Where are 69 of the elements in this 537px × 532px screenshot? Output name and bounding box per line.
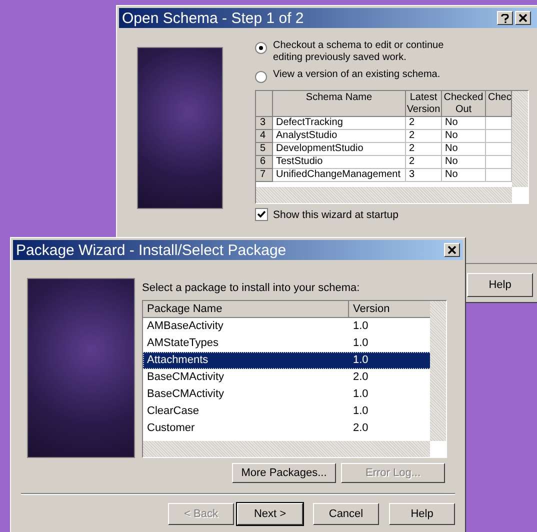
table-cell: UnifiedChangeManagement — [273, 169, 406, 182]
package-version: 2.0 — [352, 421, 368, 436]
radio-button[interactable] — [255, 42, 267, 54]
table-cell: 2 — [406, 117, 442, 130]
table-cell: 3 — [406, 169, 442, 182]
package-version: 1.0 — [352, 319, 368, 334]
package-name: AMBaseActivity — [146, 319, 224, 334]
table-cell: No — [442, 156, 486, 169]
package-version: 2.0 — [352, 370, 368, 385]
column-header[interactable]: Version — [349, 301, 431, 318]
column-header[interactable]: Schema Name — [273, 91, 406, 117]
column-header[interactable]: Checked Out — [442, 91, 486, 117]
column-header[interactable]: Package Name — [143, 301, 349, 318]
window-title: Open Schema - Step 1 of 2 — [122, 10, 304, 26]
wizard-nav-button[interactable]: Next > — [237, 503, 303, 525]
package-version: 1.0 — [352, 404, 368, 419]
close-icon[interactable] — [444, 243, 460, 257]
help-button[interactable]: Help — [467, 273, 533, 297]
list-row[interactable]: AMBaseActivity 1.0 — [143, 318, 432, 335]
table-cell: No — [442, 143, 486, 156]
list-action-button[interactable]: More Packages... — [232, 463, 336, 483]
horizontal-scrollbar[interactable] — [143, 441, 430, 457]
column-header[interactable] — [256, 91, 273, 117]
list-row[interactable]: ClearCase 1.0 — [143, 403, 432, 420]
list-row[interactable]: BaseCMActivity 1.0 — [143, 386, 432, 403]
table-cell: DevelopmentStudio — [273, 143, 406, 156]
row-number: 3 — [256, 117, 273, 130]
vertical-scrollbar[interactable] — [512, 91, 528, 187]
package-version: 1.0 — [352, 336, 368, 351]
list-row[interactable]: BaseCMActivity 2.0 — [143, 369, 432, 386]
list-row[interactable]: Attachments 1.0 — [143, 352, 432, 369]
checkbox-label: Show this wizard at startup — [273, 208, 398, 220]
row-number: 7 — [256, 169, 273, 182]
package-version: 1.0 — [352, 353, 368, 368]
package-name: BaseCMActivity — [146, 387, 226, 402]
package-version: 1.0 — [352, 387, 368, 402]
close-icon[interactable] — [515, 11, 531, 25]
horizontal-scrollbar[interactable] — [256, 187, 512, 203]
radio-label: View a version of an existing schema. — [273, 69, 442, 81]
list-row[interactable]: Customer 2.0 — [143, 420, 432, 437]
table-cell: No — [442, 117, 486, 130]
column-header[interactable]: Latest Version — [406, 91, 442, 117]
row-number: 6 — [256, 156, 273, 169]
list-row[interactable]: AMStateTypes 1.0 — [143, 335, 432, 352]
wizard-nav-button[interactable]: Help — [389, 503, 455, 525]
package-name: Attachments — [146, 353, 210, 368]
instruction-text: Select a package to install into your schema: — [142, 282, 361, 294]
row-number: 4 — [256, 130, 273, 143]
package-name: BaseCMActivity — [146, 370, 226, 385]
table-cell: TestStudio — [273, 156, 406, 169]
table-cell: 2 — [406, 156, 442, 169]
table-cell: No — [442, 169, 486, 182]
table-cell: DefectTracking — [273, 117, 406, 130]
window-title: Package Wizard - Install/Select Package — [16, 242, 286, 258]
package-name: ClearCase — [146, 404, 200, 419]
row-number: 5 — [256, 143, 273, 156]
table-cell: AnalystStudio — [273, 130, 406, 143]
checkbox[interactable] — [255, 208, 268, 221]
wizard-nav-button[interactable]: Cancel — [313, 503, 379, 525]
radio-label: Checkout a schema to edit or continue editing previously saved work. — [273, 40, 445, 64]
table-cell: 2 — [406, 143, 442, 156]
help-icon[interactable] — [497, 11, 513, 25]
table-cell: 2 — [406, 130, 442, 143]
vertical-scrollbar[interactable] — [430, 301, 446, 441]
column-header[interactable]: Chec — [486, 91, 512, 117]
package-name: Customer — [146, 421, 196, 436]
package-name: AMStateTypes — [146, 336, 220, 351]
table-cell: No — [442, 130, 486, 143]
radio-button[interactable] — [255, 71, 267, 83]
